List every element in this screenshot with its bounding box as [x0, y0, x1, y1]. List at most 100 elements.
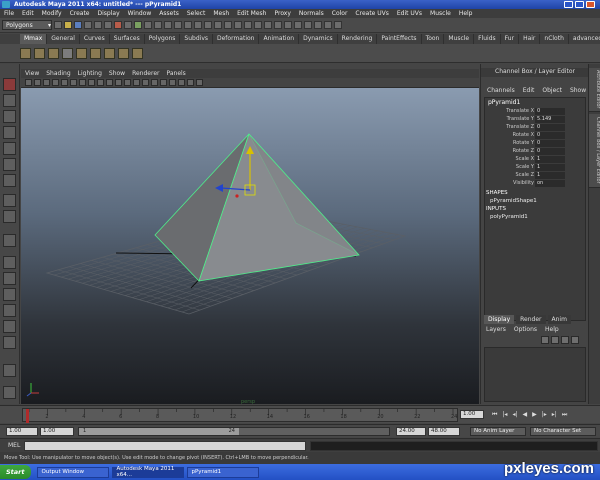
task-output-window[interactable]: Output Window [36, 466, 109, 478]
attr-row[interactable]: Rotate X0 [485, 132, 585, 139]
shelf-tool-5-icon[interactable] [76, 47, 87, 59]
menu-select[interactable]: Select [187, 10, 206, 17]
two-d-pan-icon[interactable] [52, 79, 59, 86]
menu-edit[interactable]: Edit [22, 10, 34, 17]
mask-handle-icon[interactable] [114, 21, 122, 29]
play-forward-icon[interactable]: ▶ [532, 411, 537, 419]
move-layer-down-icon[interactable] [551, 336, 559, 344]
tab-dynamics[interactable]: Dynamics [299, 34, 338, 44]
lock-selection-icon[interactable] [194, 21, 202, 29]
attr-value[interactable]: 1 [535, 172, 565, 179]
go-to-end-icon[interactable]: ⏭ [562, 411, 567, 419]
tab-rendering[interactable]: Rendering [338, 34, 378, 44]
menu-create[interactable]: Create [70, 10, 90, 17]
render-settings-icon[interactable] [294, 21, 302, 29]
film-gate-icon[interactable] [70, 79, 77, 86]
attr-value[interactable]: 1 [535, 156, 565, 163]
mask-surface-icon[interactable] [144, 21, 152, 29]
bookmark-icon[interactable] [34, 79, 41, 86]
tab-fluids[interactable]: Fluids [474, 34, 501, 44]
tab-surfaces[interactable]: Surfaces [110, 34, 145, 44]
menu-color[interactable]: Color [332, 10, 348, 17]
task-maya[interactable]: Autodesk Maya 2011 x64... [111, 466, 184, 478]
tab-painteffects[interactable]: PaintEffects [377, 34, 422, 44]
tab-deformation[interactable]: Deformation [213, 34, 260, 44]
playback-start-field[interactable]: 1.00 [40, 427, 74, 436]
panel-menu-shading[interactable]: Shading [46, 70, 70, 77]
input-line-icon[interactable] [304, 21, 312, 29]
menu-mesh[interactable]: Mesh [213, 10, 229, 17]
ipr-render-icon[interactable] [284, 21, 292, 29]
tab-render[interactable]: Render [516, 315, 546, 324]
tab-subdivs[interactable]: Subdivs [180, 34, 213, 44]
viewport-persp[interactable]: persp [21, 88, 479, 404]
render-icon[interactable] [274, 21, 282, 29]
attr-value[interactable]: 1 [535, 164, 565, 171]
maximize-icon[interactable] [575, 1, 584, 8]
tab-animation[interactable]: Animation [259, 34, 300, 44]
go-to-start-icon[interactable]: ⏮ [492, 411, 497, 419]
menu-proxy[interactable]: Proxy [274, 10, 290, 17]
wireframe-icon[interactable] [124, 79, 131, 86]
range-handle[interactable]: 1 24 [79, 428, 239, 435]
save-scene-icon[interactable] [74, 21, 82, 29]
shelf-tool-7-icon[interactable] [104, 47, 115, 59]
minimize-icon[interactable] [564, 1, 573, 8]
attr-row[interactable]: Scale Y1 [485, 164, 585, 171]
start-button[interactable]: Start [0, 465, 31, 479]
pyramid-mesh[interactable] [154, 133, 360, 282]
wireframe-on-shaded-icon[interactable] [142, 79, 149, 86]
layer-menu-layers[interactable]: Layers [486, 326, 506, 333]
step-forward-key-icon[interactable]: ▸| [552, 411, 557, 419]
attr-value[interactable]: on [535, 180, 565, 187]
mel-label[interactable]: MEL [8, 442, 20, 449]
shelf-tool-3-icon[interactable] [48, 47, 59, 59]
snap-view-plane-icon[interactable] [244, 21, 252, 29]
tab-mmax[interactable]: Mmax [20, 34, 48, 44]
smooth-shade-icon[interactable] [133, 79, 140, 86]
tab-polygons[interactable]: Polygons [145, 34, 181, 44]
select-hierarchy-icon[interactable] [84, 21, 92, 29]
snap-point-icon[interactable] [234, 21, 242, 29]
tab-fur[interactable]: Fur [501, 34, 520, 44]
input-node[interactable]: polyPyramid1 [490, 214, 528, 220]
attr-value[interactable]: 0 [535, 108, 565, 115]
attr-row[interactable]: Translate X0 [485, 108, 585, 115]
menu-create-uvs[interactable]: Create UVs [355, 10, 388, 17]
camera-attributes-icon[interactable] [25, 79, 32, 86]
select-tool-icon[interactable] [3, 78, 16, 91]
task-pyramid[interactable]: pPyramid1 [186, 466, 259, 478]
menu-help[interactable]: Help [459, 10, 473, 17]
show-channel-box-icon[interactable] [334, 21, 342, 29]
shelf-tool-8-icon[interactable] [118, 47, 129, 59]
tab-display[interactable]: Display [484, 315, 515, 324]
layer-menu-help[interactable]: Help [545, 326, 559, 333]
menu-display[interactable]: Display [98, 10, 120, 17]
attr-value[interactable]: 0 [535, 124, 565, 131]
tab-channel-box-layer-editor[interactable]: Channel Box / Layer Editor [589, 114, 600, 188]
layout-hypershade-icon[interactable] [3, 320, 16, 333]
layer-menu-options[interactable]: Options [514, 326, 537, 333]
universal-manipulator-icon[interactable] [3, 174, 16, 187]
tab-advancedskeleton[interactable]: advancedSkeleton [569, 34, 600, 44]
animation-start-field[interactable]: 1.00 [6, 427, 38, 436]
tab-anim[interactable]: Anim [547, 315, 571, 324]
attr-row[interactable]: Scale Z1 [485, 172, 585, 179]
menu-window[interactable]: Window [128, 10, 152, 17]
new-layer-icon[interactable] [561, 336, 569, 344]
field-chart-icon[interactable] [97, 79, 104, 86]
lasso-tool-icon[interactable] [3, 94, 16, 107]
outliner-icon[interactable] [3, 364, 16, 377]
tab-curves[interactable]: Curves [80, 34, 110, 44]
graph-editor-icon[interactable] [3, 386, 16, 399]
tab-muscle[interactable]: Muscle [444, 34, 475, 44]
command-input[interactable] [24, 441, 306, 451]
character-set-select[interactable]: No Character Set [530, 427, 596, 436]
use-all-lights-icon[interactable] [160, 79, 167, 86]
menu-edit-mesh[interactable]: Edit Mesh [237, 10, 266, 17]
paint-select-tool-icon[interactable] [3, 110, 16, 123]
image-plane-icon[interactable] [43, 79, 50, 86]
panel-menu-show[interactable]: Show [109, 70, 125, 77]
new-layer-from-selected-icon[interactable] [571, 336, 579, 344]
cb-menu-show[interactable]: Show [570, 87, 586, 96]
